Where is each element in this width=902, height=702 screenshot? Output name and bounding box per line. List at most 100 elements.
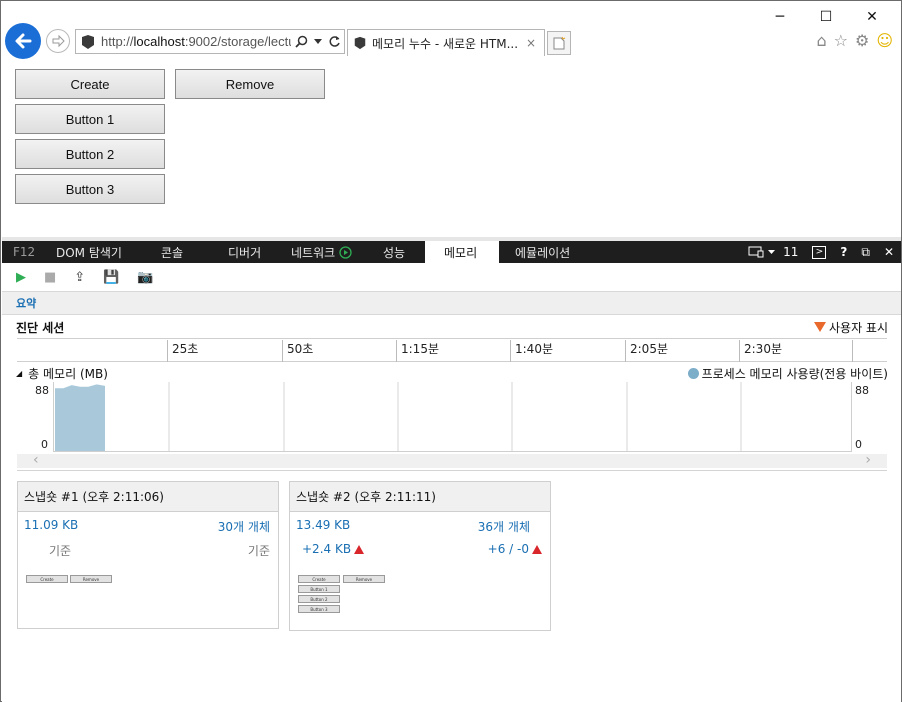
url-host: localhost [133, 34, 185, 49]
snapshot-objects-delta-link[interactable]: +6 / -0 [488, 542, 542, 556]
devtools-close-icon[interactable]: ✕ [884, 245, 894, 259]
target-selector[interactable]: 11 [748, 245, 798, 259]
new-tab-button[interactable] [547, 31, 571, 55]
gear-icon[interactable]: ⚙ [855, 31, 869, 50]
memory-chart-header: ◢ 총 메모리 (MB) 프로세스 메모리 사용량(전용 바이트) [16, 365, 888, 381]
import-session-icon[interactable]: ⇪ [74, 270, 85, 285]
snapshot-size-delta-link[interactable]: +2.4 KB [302, 542, 365, 556]
snapshot-size-delta: 기준 [49, 544, 72, 558]
take-snapshot-camera-icon[interactable]: 📷 [137, 270, 153, 285]
start-session-icon[interactable]: ▶ [16, 270, 26, 285]
scroll-left-icon[interactable]: ‹ [33, 452, 39, 468]
collapse-triangle-icon: ◢ [16, 368, 23, 378]
remove-button[interactable]: Remove [175, 69, 325, 99]
thumb-button: Create [26, 575, 68, 583]
snapshot-objects-link[interactable]: 30개 개체 [218, 518, 270, 535]
scroll-right-icon[interactable]: › [865, 452, 871, 468]
undock-icon[interactable]: ⧉ [861, 245, 870, 260]
thumb-button: Create [298, 575, 340, 583]
button-1[interactable]: Button 1 [15, 104, 165, 134]
y-axis-max-left: 88 [35, 384, 49, 397]
thumb-button: Button 2 [298, 595, 340, 603]
thumb-button: Remove [343, 575, 385, 583]
create-button[interactable]: Create [15, 69, 165, 99]
ruler-tick-label: 50초 [282, 340, 313, 362]
snapshot-title: 스냅숏 #2 (오후 2:11:11) [290, 482, 550, 512]
ruler-tick-label: 1:15분 [396, 340, 439, 362]
ruler-tick-label: 1:40분 [510, 340, 553, 362]
save-session-icon[interactable]: 💾 [103, 270, 119, 285]
tab-dom-explorer[interactable]: DOM 탐색기 [56, 241, 122, 263]
smiley-feedback-icon[interactable]: ☺ [876, 31, 893, 50]
refresh-icon[interactable] [328, 35, 341, 48]
snapshot-values-row: 13.49 KB 36개 개체 [290, 518, 550, 542]
snapshot-objects-delta: 기준 [247, 544, 270, 558]
target-count: 11 [783, 245, 799, 259]
browser-window: ─ ☐ ✕ http://localhost:9002/storage/lect… [0, 0, 902, 702]
memory-chart[interactable] [53, 382, 852, 452]
arrow-left-icon [15, 33, 32, 49]
y-axis-max-right: 88 [855, 384, 869, 397]
legend-label: 프로세스 메모리 사용량(전용 바이트) [701, 366, 888, 381]
browser-tab[interactable]: 메모리 누수 - 새로운 HTM... × [347, 29, 545, 56]
home-icon[interactable]: ⌂ [816, 31, 826, 50]
tab-memory[interactable]: 메모리 [425, 241, 499, 263]
devtools-tab-bar: F12 DOM 탐색기 콘솔 디버거 네트워크 성능 메모리 에뮬레이션 11 … [2, 241, 901, 263]
thumb-button: Button 3 [298, 605, 340, 613]
snapshot-size-link[interactable]: 13.49 KB [296, 518, 350, 532]
back-button[interactable] [5, 23, 41, 59]
snapshot-objects-link[interactable]: 36개 개체 [478, 518, 530, 535]
url-scheme: http:// [101, 34, 134, 49]
snapshot-values-row: 11.09 KB 30개 개체 [18, 518, 278, 542]
memory-chart-svg [55, 382, 742, 451]
memory-chart-title[interactable]: ◢ 총 메모리 (MB) [16, 365, 108, 382]
snapshot-delta-row: +2.4 KB +6 / -0 [290, 542, 550, 566]
ruler-tick-label: 2:30분 [739, 340, 782, 362]
session-title: 진단 세션 [16, 320, 65, 335]
tab-debugger[interactable]: 디버거 [228, 241, 261, 263]
y-axis-min-left: 0 [41, 438, 48, 451]
tab-performance[interactable]: 성능 [383, 241, 405, 263]
stop-session-icon[interactable]: ■ [44, 270, 56, 285]
button-2[interactable]: Button 2 [15, 139, 165, 169]
search-icon[interactable] [295, 35, 308, 48]
favorites-star-icon[interactable]: ☆ [834, 31, 848, 50]
console-toggle-icon[interactable]: > [812, 245, 827, 259]
help-button[interactable]: ? [840, 245, 847, 259]
ruler-tick-label: 25초 [167, 340, 198, 362]
chevron-down-icon[interactable] [314, 38, 322, 45]
timeline-scrollbar[interactable]: ‹ › [17, 452, 887, 468]
chart-legend: 프로세스 메모리 사용량(전용 바이트) [687, 365, 888, 382]
page-favicon-icon [354, 36, 366, 50]
tab-network[interactable]: 네트워크 [291, 241, 352, 263]
address-tools [295, 35, 341, 48]
objects-delta-text: +6 / -0 [487, 542, 529, 556]
tab-close-icon[interactable]: × [526, 36, 536, 50]
snapshot-title: 스냅숏 #1 (오후 2:11:06) [18, 482, 278, 512]
summary-bar: 요약 [2, 291, 901, 315]
divider [17, 470, 887, 471]
play-circle-icon [339, 245, 352, 259]
url-text[interactable]: http://localhost:9002/storage/lectu [101, 34, 291, 49]
maximize-button[interactable]: ☐ [803, 5, 849, 29]
user-marks-toggle[interactable]: 사용자 표시 [813, 319, 888, 336]
button-3[interactable]: Button 3 [15, 174, 165, 204]
ruler-tick-mark [852, 340, 857, 362]
tab-emulation[interactable]: 에뮬레이션 [515, 241, 570, 263]
snapshot-card-1: 스냅숏 #1 (오후 2:11:06) 11.09 KB 30개 개체 기준 기… [17, 481, 279, 629]
forward-button[interactable] [46, 29, 70, 53]
devtools-right-controls: 11 > ? ⧉ ✕ [741, 241, 901, 263]
snapshot-size-link[interactable]: 11.09 KB [24, 518, 78, 532]
minimize-button[interactable]: ─ [757, 5, 803, 29]
tab-console[interactable]: 콘솔 [161, 241, 183, 263]
close-button[interactable]: ✕ [849, 5, 895, 29]
size-delta-text: +2.4 KB [302, 542, 352, 556]
summary-label[interactable]: 요약 [16, 295, 36, 311]
y-axis-min-right: 0 [855, 438, 862, 451]
address-bar[interactable]: http://localhost:9002/storage/lectu [75, 29, 345, 54]
chevron-down-icon [768, 249, 776, 254]
increase-arrow-icon [354, 545, 365, 554]
snapshot-delta-row: 기준 기준 [18, 542, 278, 566]
increase-arrow-icon [532, 545, 542, 554]
timeline-ruler[interactable]: 25초 50초 1:15분 1:40분 2:05분 2:30분 [17, 338, 887, 362]
